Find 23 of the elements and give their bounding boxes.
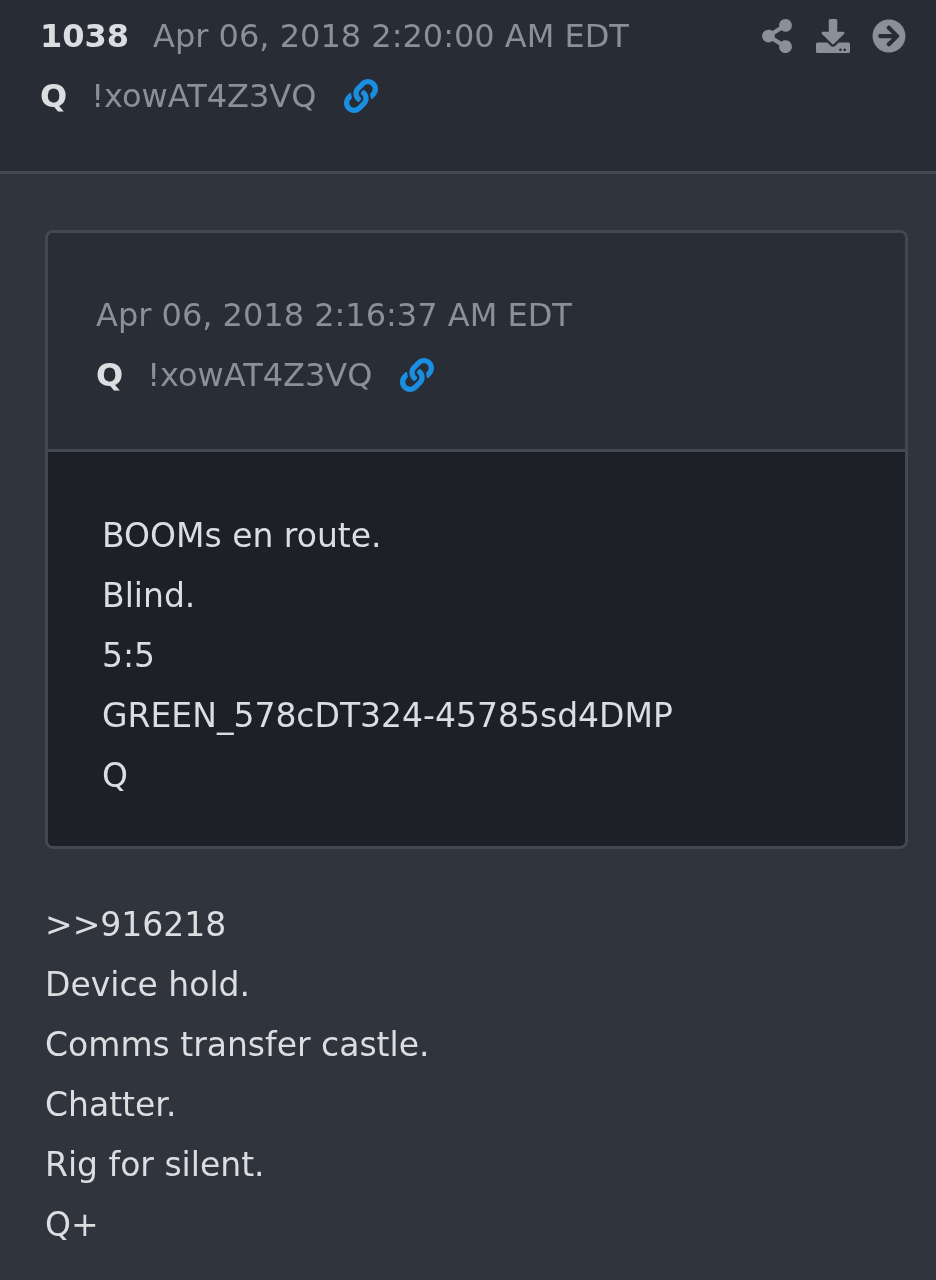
- link-icon[interactable]: [400, 358, 435, 392]
- post-text-line: Blind.: [102, 575, 197, 617]
- post-text-line: Q+: [45, 1204, 100, 1246]
- author-name: Q: [96, 356, 124, 394]
- post-text-line: GREEN_578cDT324-45785sd4DMP: [102, 695, 674, 737]
- post-text-line: Rig for silent.: [45, 1144, 266, 1186]
- arrow-right-icon[interactable]: [872, 19, 906, 53]
- tripcode: !xowAT4Z3VQ: [147, 356, 373, 394]
- download-icon[interactable]: [816, 19, 850, 53]
- share-icon[interactable]: [760, 19, 794, 53]
- post-text-line: Device hold.: [45, 964, 252, 1006]
- post-text-line: Comms transfer castle.: [45, 1024, 431, 1066]
- post-text-line: BOOMs en route.: [102, 515, 383, 557]
- tripcode: !xowAT4Z3VQ: [91, 77, 317, 115]
- post-date: Apr 06, 2018 2:16:37 AM EDT: [96, 296, 572, 334]
- post-text-line: Q: [102, 755, 129, 797]
- post-text-line: 5:5: [102, 635, 157, 677]
- post-text-line: Chatter.: [45, 1084, 178, 1126]
- post-date: Apr 06, 2018 2:20:00 AM EDT: [153, 17, 629, 55]
- link-icon[interactable]: [344, 79, 379, 113]
- author-name: Q: [40, 77, 68, 115]
- post-number: 1038: [40, 17, 130, 55]
- post-text-line: >>916218: [45, 904, 228, 946]
